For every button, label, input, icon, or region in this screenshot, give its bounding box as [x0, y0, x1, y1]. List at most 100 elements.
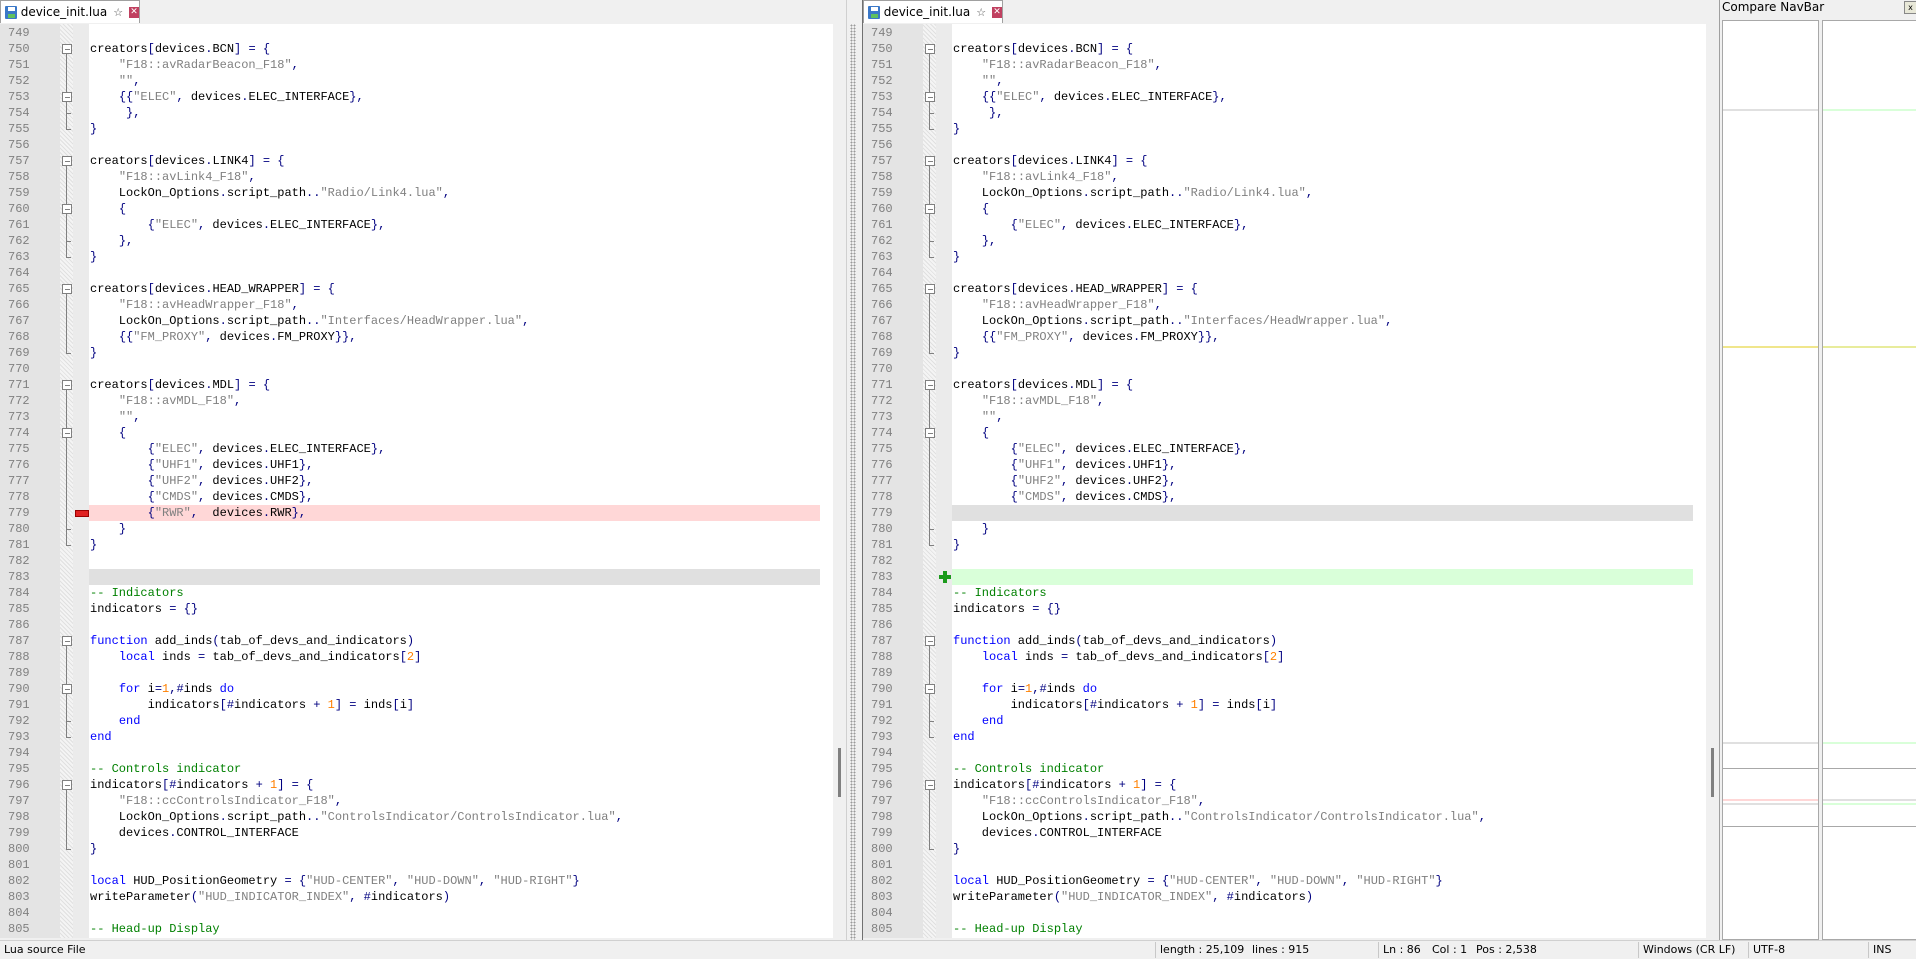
code-line[interactable]: 756 — [863, 137, 1693, 153]
code-line[interactable]: 753 {{"ELEC", devices.ELEC_INTERFACE}, — [863, 89, 1693, 105]
tab-left-device-init[interactable]: device_init.lua ☆ ✕ — [0, 0, 140, 23]
code-line[interactable]: 761 {"ELEC", devices.ELEC_INTERFACE}, — [863, 217, 1693, 233]
code-line[interactable]: 782 — [863, 553, 1693, 569]
fold-toggle-icon[interactable] — [923, 425, 936, 441]
code-line[interactable]: 767 LockOn_Options.script_path.."Interfa… — [0, 313, 820, 329]
navbar-left-column[interactable] — [1722, 20, 1819, 940]
code-line[interactable]: 757 creators[devices.LINK4] = { — [863, 153, 1693, 169]
code-line[interactable]: 796 indicators[#indicators + 1] = { — [0, 777, 820, 793]
code-line[interactable]: 763} — [0, 249, 820, 265]
code-line[interactable]: 780 } — [863, 521, 1693, 537]
code-line[interactable]: 754 }, — [863, 105, 1693, 121]
close-icon[interactable]: ✕ — [129, 6, 139, 18]
code-line[interactable]: 793 end — [0, 729, 820, 745]
code-line[interactable]: 796 indicators[#indicators + 1] = { — [863, 777, 1693, 793]
code-line[interactable]: 772 "F18::avMDL_F18", — [863, 393, 1693, 409]
code-line[interactable]: 774 { — [0, 425, 820, 441]
scrollbar-thumb[interactable] — [1711, 748, 1714, 797]
code-line[interactable]: 800} — [863, 841, 1693, 857]
code-line[interactable]: 790 for i=1,#inds do — [0, 681, 820, 697]
code-line[interactable]: 798 LockOn_Options.script_path.."Control… — [0, 809, 820, 825]
code-line[interactable]: 765 creators[devices.HEAD_WRAPPER] = { — [863, 281, 1693, 297]
code-line[interactable]: 755} — [0, 121, 820, 137]
code-line[interactable]: 778 {"CMDS", devices.CMDS}, — [0, 489, 820, 505]
code-line[interactable]: 768 {{"FM_PROXY", devices.FM_PROXY}}, — [863, 329, 1693, 345]
code-line[interactable]: 773 "", — [863, 409, 1693, 425]
code-line-blank[interactable]: 779 — [863, 505, 1693, 521]
code-line[interactable]: 754 }, — [0, 105, 820, 121]
code-line[interactable]: 769} — [863, 345, 1693, 361]
code-line[interactable]: 799 devices.CONTROL_INTERFACE — [863, 825, 1693, 841]
code-line[interactable]: 764 — [863, 265, 1693, 281]
code-line[interactable]: 770 — [863, 361, 1693, 377]
code-line[interactable]: 793 end — [863, 729, 1693, 745]
code-line[interactable]: 803 writeParameter("HUD_INDICATOR_INDEX",… — [863, 889, 1693, 905]
code-line[interactable]: 775 {"ELEC", devices.ELEC_INTERFACE}, — [863, 441, 1693, 457]
code-line[interactable]: 797 "F18::ccControlsIndicator_F18", — [0, 793, 820, 809]
code-line[interactable]: 780 } — [0, 521, 820, 537]
fold-toggle-icon[interactable] — [923, 153, 936, 169]
fold-toggle-icon[interactable] — [923, 281, 936, 297]
code-line[interactable]: 787 function add_inds(tab_of_devs_and_ind… — [863, 633, 1693, 649]
code-line[interactable]: 799 devices.CONTROL_INTERFACE — [0, 825, 820, 841]
code-line[interactable]: 785 indicators = {} — [0, 601, 820, 617]
splitter-grip[interactable] — [850, 24, 856, 940]
code-line[interactable]: 785 indicators = {} — [863, 601, 1693, 617]
code-line[interactable]: 761 {"ELEC", devices.ELEC_INTERFACE}, — [0, 217, 820, 233]
code-line-removed[interactable]: 779 {"RWR", devices.RWR}, — [0, 505, 820, 521]
code-line[interactable]: 772 "F18::avMDL_F18", — [0, 393, 820, 409]
code-line[interactable]: 771 creators[devices.MDL] = { — [863, 377, 1693, 393]
code-line[interactable]: 750 creators[devices.BCN] = { — [0, 41, 820, 57]
code-line[interactable]: 781} — [863, 537, 1693, 553]
fold-toggle-icon[interactable] — [60, 41, 73, 57]
code-line[interactable]: 786 — [0, 617, 820, 633]
code-line[interactable]: 805 -- Head-up Display — [863, 921, 1693, 937]
code-line[interactable]: 768 {{"FM_PROXY", devices.FM_PROXY}}, — [0, 329, 820, 345]
pin-icon[interactable]: ☆ — [113, 6, 123, 19]
code-line[interactable]: 787 function add_inds(tab_of_devs_and_ind… — [0, 633, 820, 649]
code-line[interactable]: 795 -- Controls indicator — [863, 761, 1693, 777]
close-icon[interactable]: ✕ — [992, 6, 1002, 18]
code-line[interactable]: 788 local inds = tab_of_devs_and_indicat… — [863, 649, 1693, 665]
code-line[interactable]: 798 LockOn_Options.script_path.."Control… — [863, 809, 1693, 825]
code-line[interactable]: 794 — [863, 745, 1693, 761]
code-line-blank[interactable]: 783 — [0, 569, 820, 585]
code-line[interactable]: 786 — [863, 617, 1693, 633]
code-line[interactable]: 782 — [0, 553, 820, 569]
right-vertical-scrollbar[interactable] — [1706, 24, 1719, 938]
code-line[interactable]: 775 {"ELEC", devices.ELEC_INTERFACE}, — [0, 441, 820, 457]
code-line[interactable]: 802 local HUD_PositionGeometry = {"HUD-CE… — [0, 873, 820, 889]
fold-toggle-icon[interactable] — [60, 153, 73, 169]
code-line[interactable]: 788 local inds = tab_of_devs_and_indicat… — [0, 649, 820, 665]
left-editor[interactable]: 749 750 creators[devices.BCN] = {751 "F18:… — [0, 24, 833, 938]
fold-toggle-icon[interactable] — [923, 89, 936, 105]
code-line[interactable]: 781} — [0, 537, 820, 553]
code-line[interactable]: 762 }, — [0, 233, 820, 249]
scrollbar-thumb[interactable] — [838, 748, 841, 797]
code-line[interactable]: 776 {"UHF1", devices.UHF1}, — [863, 457, 1693, 473]
code-line[interactable]: 760 { — [863, 201, 1693, 217]
pane-splitter[interactable] — [846, 0, 863, 940]
pin-icon[interactable]: ☆ — [976, 6, 986, 19]
code-line[interactable]: 763} — [863, 249, 1693, 265]
fold-toggle-icon[interactable] — [60, 777, 73, 793]
left-vertical-scrollbar[interactable] — [833, 24, 846, 938]
code-line[interactable]: 764 — [0, 265, 820, 281]
code-line[interactable]: 770 — [0, 361, 820, 377]
navbar-close-button[interactable]: x — [1904, 1, 1916, 14]
code-line[interactable]: 752 "", — [0, 73, 820, 89]
status-encoding[interactable]: UTF-8 — [1753, 941, 1785, 959]
code-line[interactable]: 751 "F18::avRadarBeacon_F18", — [0, 57, 820, 73]
code-line-added[interactable]: 783 — [863, 569, 1693, 585]
code-line[interactable]: 789 — [863, 665, 1693, 681]
code-line[interactable]: 784 -- Indicators — [0, 585, 820, 601]
fold-toggle-icon[interactable] — [923, 377, 936, 393]
code-line[interactable]: 750 creators[devices.BCN] = { — [863, 41, 1693, 57]
tab-right-device-init[interactable]: device_init.lua ☆ ✕ — [863, 0, 1003, 23]
code-line[interactable]: 766 "F18::avHeadWrapper_F18", — [0, 297, 820, 313]
navbar-right-column[interactable] — [1822, 20, 1916, 940]
fold-toggle-icon[interactable] — [923, 777, 936, 793]
code-line[interactable]: 790 for i=1,#inds do — [863, 681, 1693, 697]
code-line[interactable]: 792 end — [0, 713, 820, 729]
fold-toggle-icon[interactable] — [60, 681, 73, 697]
